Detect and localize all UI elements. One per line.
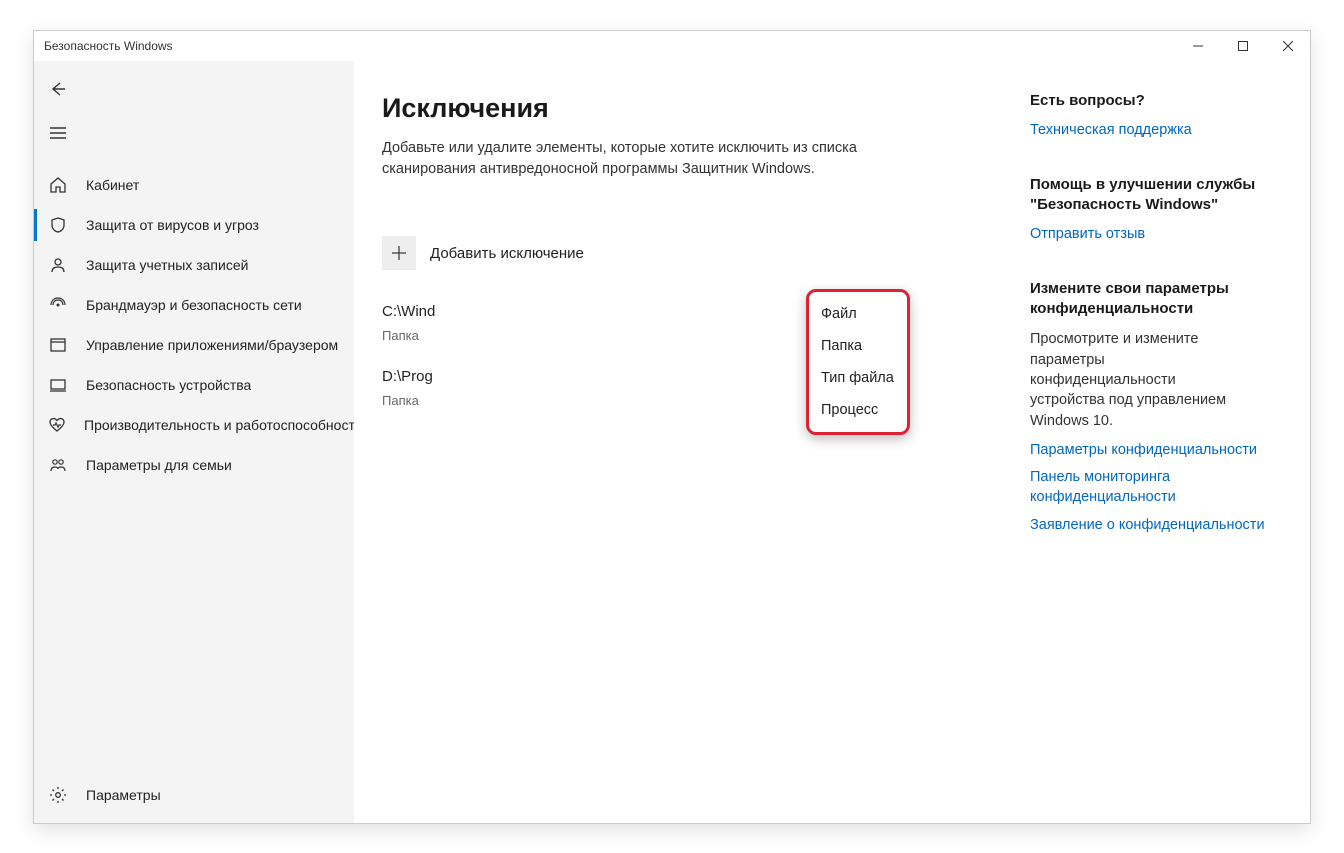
- hamburger-button[interactable]: [34, 111, 354, 155]
- person-icon: [48, 255, 68, 275]
- maximize-button[interactable]: [1220, 31, 1265, 61]
- sidebar-item-account[interactable]: Защита учетных записей: [34, 245, 354, 285]
- minimize-button[interactable]: [1175, 31, 1220, 61]
- sidebar-item-label: Безопасность устройства: [86, 377, 251, 393]
- shield-icon: [48, 215, 68, 235]
- dropdown-item-file[interactable]: Файл: [809, 298, 907, 330]
- sidebar-item-home[interactable]: Кабинет: [34, 165, 354, 205]
- questions-title: Есть вопросы?: [1030, 91, 1292, 111]
- device-icon: [48, 375, 68, 395]
- exclusion-path: C:\Wind: [382, 303, 435, 320]
- add-exclusion-label: Добавить исключение: [430, 245, 584, 262]
- dropdown-item-folder[interactable]: Папка: [809, 330, 907, 362]
- help-title: Помощь в улучшении службы "Безопасность …: [1030, 175, 1292, 216]
- back-button[interactable]: [34, 67, 354, 111]
- page-title: Исключения: [382, 93, 1010, 124]
- exclusion-item[interactable]: D:\Prog Папка: [382, 361, 822, 408]
- body: Кабинет Защита от вирусов и угроз Защита…: [34, 61, 1310, 823]
- content: Исключения Добавьте или удалите элементы…: [354, 61, 1030, 823]
- maximize-icon: [1238, 41, 1248, 51]
- window-title: Безопасность Windows: [44, 39, 173, 53]
- privacy-block: Измените свои параметры конфиденциальнос…: [1030, 279, 1292, 535]
- privacy-text: Просмотрите и измените параметры конфиде…: [1030, 329, 1250, 430]
- sidebar-item-label: Параметры: [86, 787, 161, 803]
- sidebar-item-label: Защита от вирусов и угроз: [86, 217, 259, 233]
- dropdown-item-process[interactable]: Процесс: [809, 394, 907, 426]
- plus-icon: [382, 236, 416, 270]
- sidebar: Кабинет Защита от вирусов и угроз Защита…: [34, 61, 354, 823]
- close-icon: [1283, 41, 1293, 51]
- add-exclusion-dropdown: Файл Папка Тип файла Процесс: [806, 289, 910, 435]
- home-icon: [48, 175, 68, 195]
- sidebar-item-settings[interactable]: Параметры: [34, 775, 354, 815]
- sidebar-item-label: Защита учетных записей: [86, 257, 248, 273]
- sidebar-item-label: Параметры для семьи: [86, 457, 232, 473]
- close-button[interactable]: [1265, 31, 1310, 61]
- app-window: Безопасность Windows: [33, 30, 1311, 824]
- exclusion-type: Папка: [382, 328, 822, 343]
- gear-icon: [48, 785, 68, 805]
- sidebar-item-firewall[interactable]: Брандмауэр и безопасность сети: [34, 285, 354, 325]
- sidebar-item-label: Управление приложениями/браузером: [86, 337, 338, 353]
- sidebar-item-family[interactable]: Параметры для семьи: [34, 445, 354, 485]
- window-controls: [1175, 31, 1310, 61]
- titlebar: Безопасность Windows: [34, 31, 1310, 61]
- privacy-settings-link[interactable]: Параметры конфиденциальности: [1030, 441, 1292, 461]
- sidebar-item-virus[interactable]: Защита от вирусов и угроз: [34, 205, 354, 245]
- sidebar-item-device[interactable]: Безопасность устройства: [34, 365, 354, 405]
- privacy-title: Измените свои параметры конфиденциальнос…: [1030, 279, 1292, 320]
- exclusion-item[interactable]: C:\Wind Папка: [382, 296, 822, 343]
- app-browser-icon: [48, 335, 68, 355]
- right-column: Есть вопросы? Техническая поддержка Помо…: [1030, 61, 1310, 823]
- help-block: Помощь в улучшении службы "Безопасность …: [1030, 175, 1292, 245]
- minimize-icon: [1193, 41, 1203, 51]
- exclusion-list: C:\Wind Папка D:\Prog: [382, 296, 822, 408]
- exclusion-type: Папка: [382, 393, 822, 408]
- sidebar-item-label: Производительность и работоспособность у…: [84, 417, 354, 433]
- feedback-link[interactable]: Отправить отзыв: [1030, 225, 1292, 245]
- main: Исключения Добавьте или удалите элементы…: [354, 61, 1310, 823]
- privacy-dashboard-link[interactable]: Панель мониторинга конфиденциальности: [1030, 468, 1292, 507]
- dropdown-item-filetype[interactable]: Тип файла: [809, 362, 907, 394]
- privacy-statement-link[interactable]: Заявление о конфиденциальности: [1030, 516, 1292, 536]
- sidebar-item-health[interactable]: Производительность и работоспособность у…: [34, 405, 354, 445]
- network-icon: [48, 295, 68, 315]
- exclusion-path: D:\Prog: [382, 368, 433, 385]
- hamburger-icon: [48, 123, 68, 143]
- sidebar-item-label: Брандмауэр и безопасность сети: [86, 297, 302, 313]
- questions-block: Есть вопросы? Техническая поддержка: [1030, 91, 1292, 141]
- sidebar-item-label: Кабинет: [86, 177, 139, 193]
- add-exclusion-button[interactable]: Добавить исключение: [382, 236, 1010, 270]
- page-description: Добавьте или удалите элементы, которые х…: [382, 138, 882, 180]
- heart-icon: [48, 415, 66, 435]
- back-arrow-icon: [48, 79, 68, 99]
- support-link[interactable]: Техническая поддержка: [1030, 121, 1292, 141]
- sidebar-item-appbrowser[interactable]: Управление приложениями/браузером: [34, 325, 354, 365]
- family-icon: [48, 455, 68, 475]
